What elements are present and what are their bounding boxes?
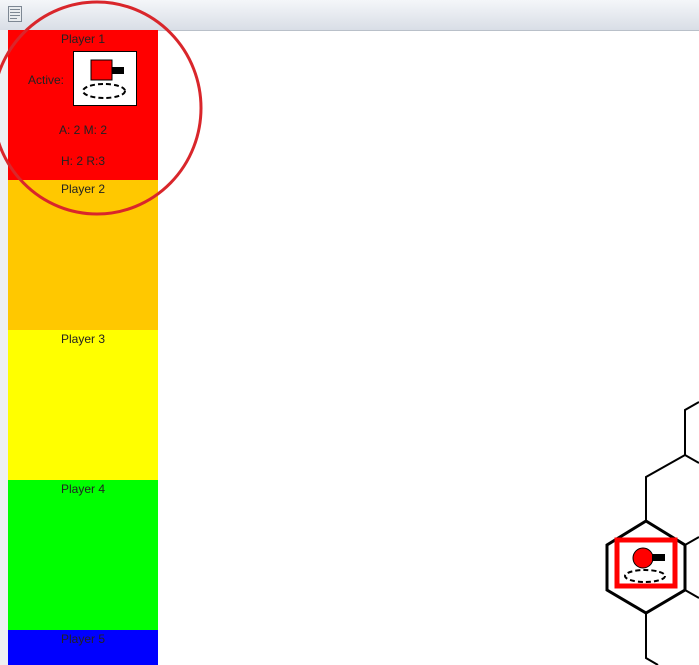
stats-line-2: H: 2 R:3 bbox=[60, 154, 105, 168]
tank-icon bbox=[82, 59, 126, 99]
board-unit[interactable] bbox=[614, 537, 678, 589]
player-name: Player 1 bbox=[60, 32, 106, 46]
player-panel-3[interactable]: Player 3 bbox=[8, 330, 158, 480]
player-name: Player 5 bbox=[60, 632, 106, 646]
player-name: Player 3 bbox=[60, 332, 106, 346]
player-panel-5[interactable]: Player 5 bbox=[8, 630, 158, 665]
player-panel-4[interactable]: Player 4 bbox=[8, 480, 158, 630]
player-panel-2[interactable]: Player 2 bbox=[8, 180, 158, 330]
active-unit-box[interactable] bbox=[73, 51, 137, 106]
player-name: Player 4 bbox=[60, 482, 106, 496]
player-panel-1[interactable]: Player 1 Active: A: 2 M: 2 H: 2 R:3 bbox=[8, 30, 158, 180]
active-label: Active: bbox=[28, 73, 65, 87]
app-icon[interactable] bbox=[8, 6, 22, 22]
stats-line-1: A: 2 M: 2 bbox=[58, 123, 108, 137]
window-titlebar bbox=[0, 0, 699, 31]
